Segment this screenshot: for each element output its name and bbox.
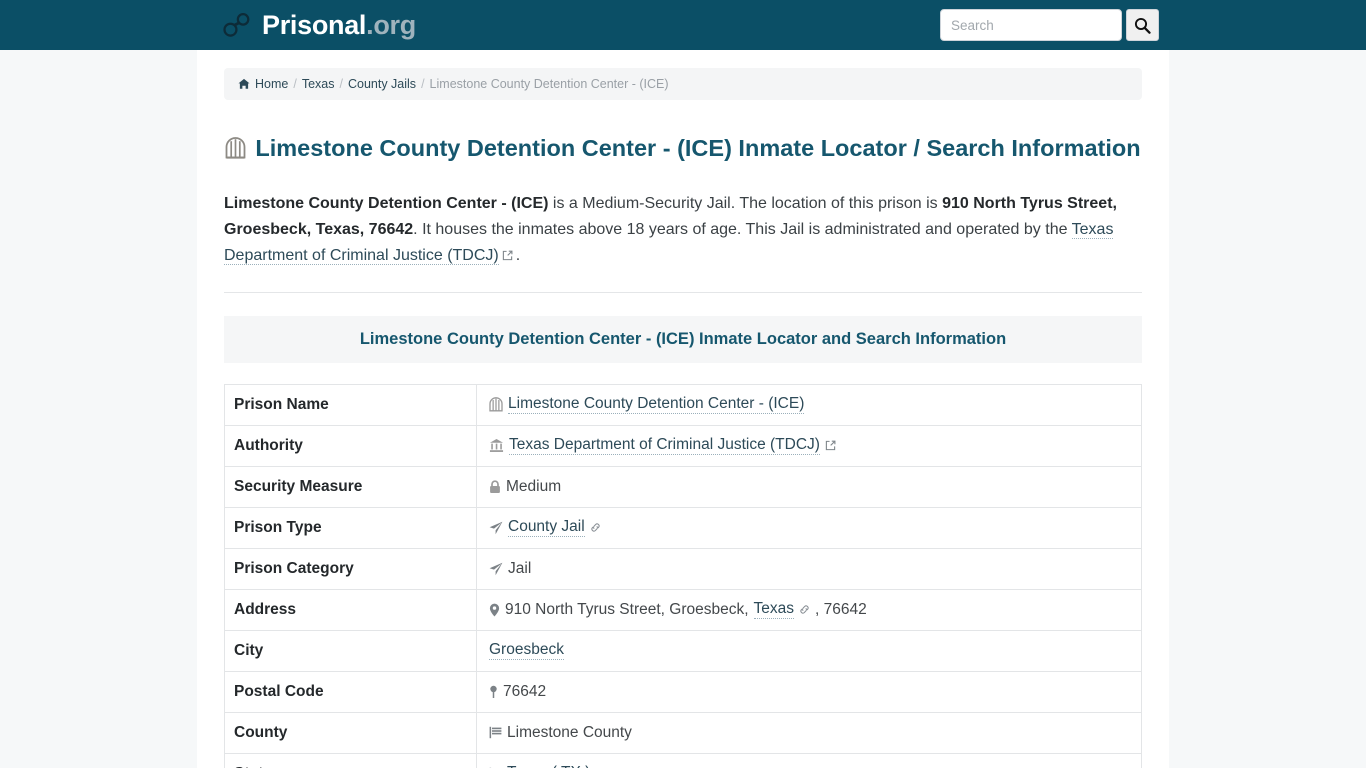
row-label-address: Address [224, 588, 477, 631]
search-form[interactable] [940, 9, 1159, 41]
table-row: State Texas ( TX ) [224, 752, 1142, 768]
row-label-prison-name: Prison Name [224, 383, 477, 426]
site-header: Prisonal.org [0, 0, 1366, 50]
map-marker-icon [489, 603, 500, 617]
row-value-postal-code: 76642 [476, 670, 1142, 713]
page-title: Limestone County Detention Center - (ICE… [224, 134, 1142, 162]
jail-cell-icon [489, 397, 503, 412]
link-chain-icon [799, 604, 810, 615]
prison-category-text: Jail [508, 559, 532, 577]
address-state-link[interactable]: Texas [753, 600, 795, 620]
search-input[interactable] [940, 9, 1122, 41]
intro-text-1: is a Medium-Security Jail. The location … [548, 195, 943, 213]
breadcrumb-item-home[interactable]: Home [255, 77, 288, 91]
table-row: Prison Name Limestone County Detention C… [224, 383, 1142, 426]
paper-plane-icon [489, 562, 503, 576]
table-row: County Limestone County [224, 711, 1142, 754]
breadcrumb-item-current: Limestone County Detention Center - (ICE… [429, 77, 669, 91]
link-chain-icon [590, 522, 601, 533]
intro-paragraph: Limestone County Detention Center - (ICE… [224, 191, 1142, 293]
row-value-prison-type: County Jail [476, 506, 1142, 549]
page-background: Home / Texas / County Jails / Limestone … [0, 50, 1366, 768]
security-measure-text: Medium [506, 477, 562, 495]
authority-link[interactable]: Texas Department of Criminal Justice (TD… [509, 436, 820, 456]
table-row: City Groesbeck [224, 629, 1142, 672]
intro-text-2: . It houses the inmates above 18 years o… [413, 221, 1072, 239]
paper-plane-icon [489, 521, 503, 535]
breadcrumb-separator: / [339, 77, 343, 91]
row-label-authority: Authority [224, 424, 477, 467]
external-link-icon [825, 440, 836, 451]
page-title-text: Limestone County Detention Center - (ICE… [255, 135, 1141, 161]
intro-facility-name: Limestone County Detention Center - (ICE… [224, 195, 549, 213]
brand-name: Prisonal [262, 9, 367, 40]
row-value-prison-name: Limestone County Detention Center - (ICE… [476, 383, 1142, 426]
prison-info-table: Prison Name Limestone County Detention C… [224, 383, 1142, 768]
row-value-prison-category: Jail [476, 547, 1142, 590]
handcuffs-icon [222, 11, 252, 39]
search-button[interactable] [1126, 9, 1159, 41]
county-text: Limestone County [507, 723, 632, 741]
breadcrumb-separator: / [293, 77, 297, 91]
search-icon [1134, 17, 1151, 34]
intro-text-3: . [515, 247, 521, 264]
lock-icon [489, 480, 501, 494]
breadcrumb-item-texas[interactable]: Texas [302, 77, 335, 91]
row-value-city: Groesbeck [476, 629, 1142, 672]
table-row: Security Measure Medium [224, 465, 1142, 508]
breadcrumb-separator: / [421, 77, 425, 91]
address-suffix: , 76642 [815, 600, 867, 618]
row-label-prison-type: Prison Type [224, 506, 477, 549]
section-banner: Limestone County Detention Center - (ICE… [224, 315, 1142, 363]
state-link[interactable]: Texas ( TX ) [507, 764, 590, 768]
flag-icon [489, 726, 502, 739]
jail-cell-icon [225, 137, 246, 159]
row-label-city: City [224, 629, 477, 672]
row-value-state: Texas ( TX ) [476, 752, 1142, 768]
address-prefix: 910 North Tyrus Street, Groesbeck, [505, 600, 749, 618]
breadcrumb-item-county-jails[interactable]: County Jails [348, 77, 416, 91]
table-row: Prison Type County Jail [224, 506, 1142, 549]
table-row: Authority Texas Department of Criminal J… [224, 424, 1142, 467]
breadcrumb: Home / Texas / County Jails / Limestone … [224, 68, 1142, 100]
external-link-icon [502, 250, 513, 261]
row-label-security-measure: Security Measure [224, 465, 477, 508]
row-label-county: County [224, 711, 477, 754]
bank-icon [489, 438, 504, 453]
map-pin-icon [489, 685, 498, 699]
table-row: Prison Category Jail [224, 547, 1142, 590]
table-row: Address 910 North Tyrus Street, Groesbec… [224, 588, 1142, 631]
city-link[interactable]: Groesbeck [489, 641, 564, 661]
row-value-county: Limestone County [476, 711, 1142, 754]
row-value-address: 910 North Tyrus Street, Groesbeck, Texas… [476, 588, 1142, 631]
row-value-authority: Texas Department of Criminal Justice (TD… [476, 424, 1142, 467]
site-brand[interactable]: Prisonal.org [222, 11, 416, 39]
prison-name-link[interactable]: Limestone County Detention Center - (ICE… [508, 395, 805, 415]
postal-code-text: 76642 [503, 682, 547, 700]
row-label-prison-category: Prison Category [224, 547, 477, 590]
prison-type-link[interactable]: County Jail [508, 518, 585, 538]
row-label-state: State [224, 752, 477, 768]
table-row: Postal Code 76642 [224, 670, 1142, 713]
content-container: Home / Texas / County Jails / Limestone … [197, 50, 1169, 768]
brand-tld: .org [366, 9, 416, 40]
row-value-security-measure: Medium [476, 465, 1142, 508]
row-label-postal-code: Postal Code [224, 670, 477, 713]
home-icon [238, 78, 250, 90]
